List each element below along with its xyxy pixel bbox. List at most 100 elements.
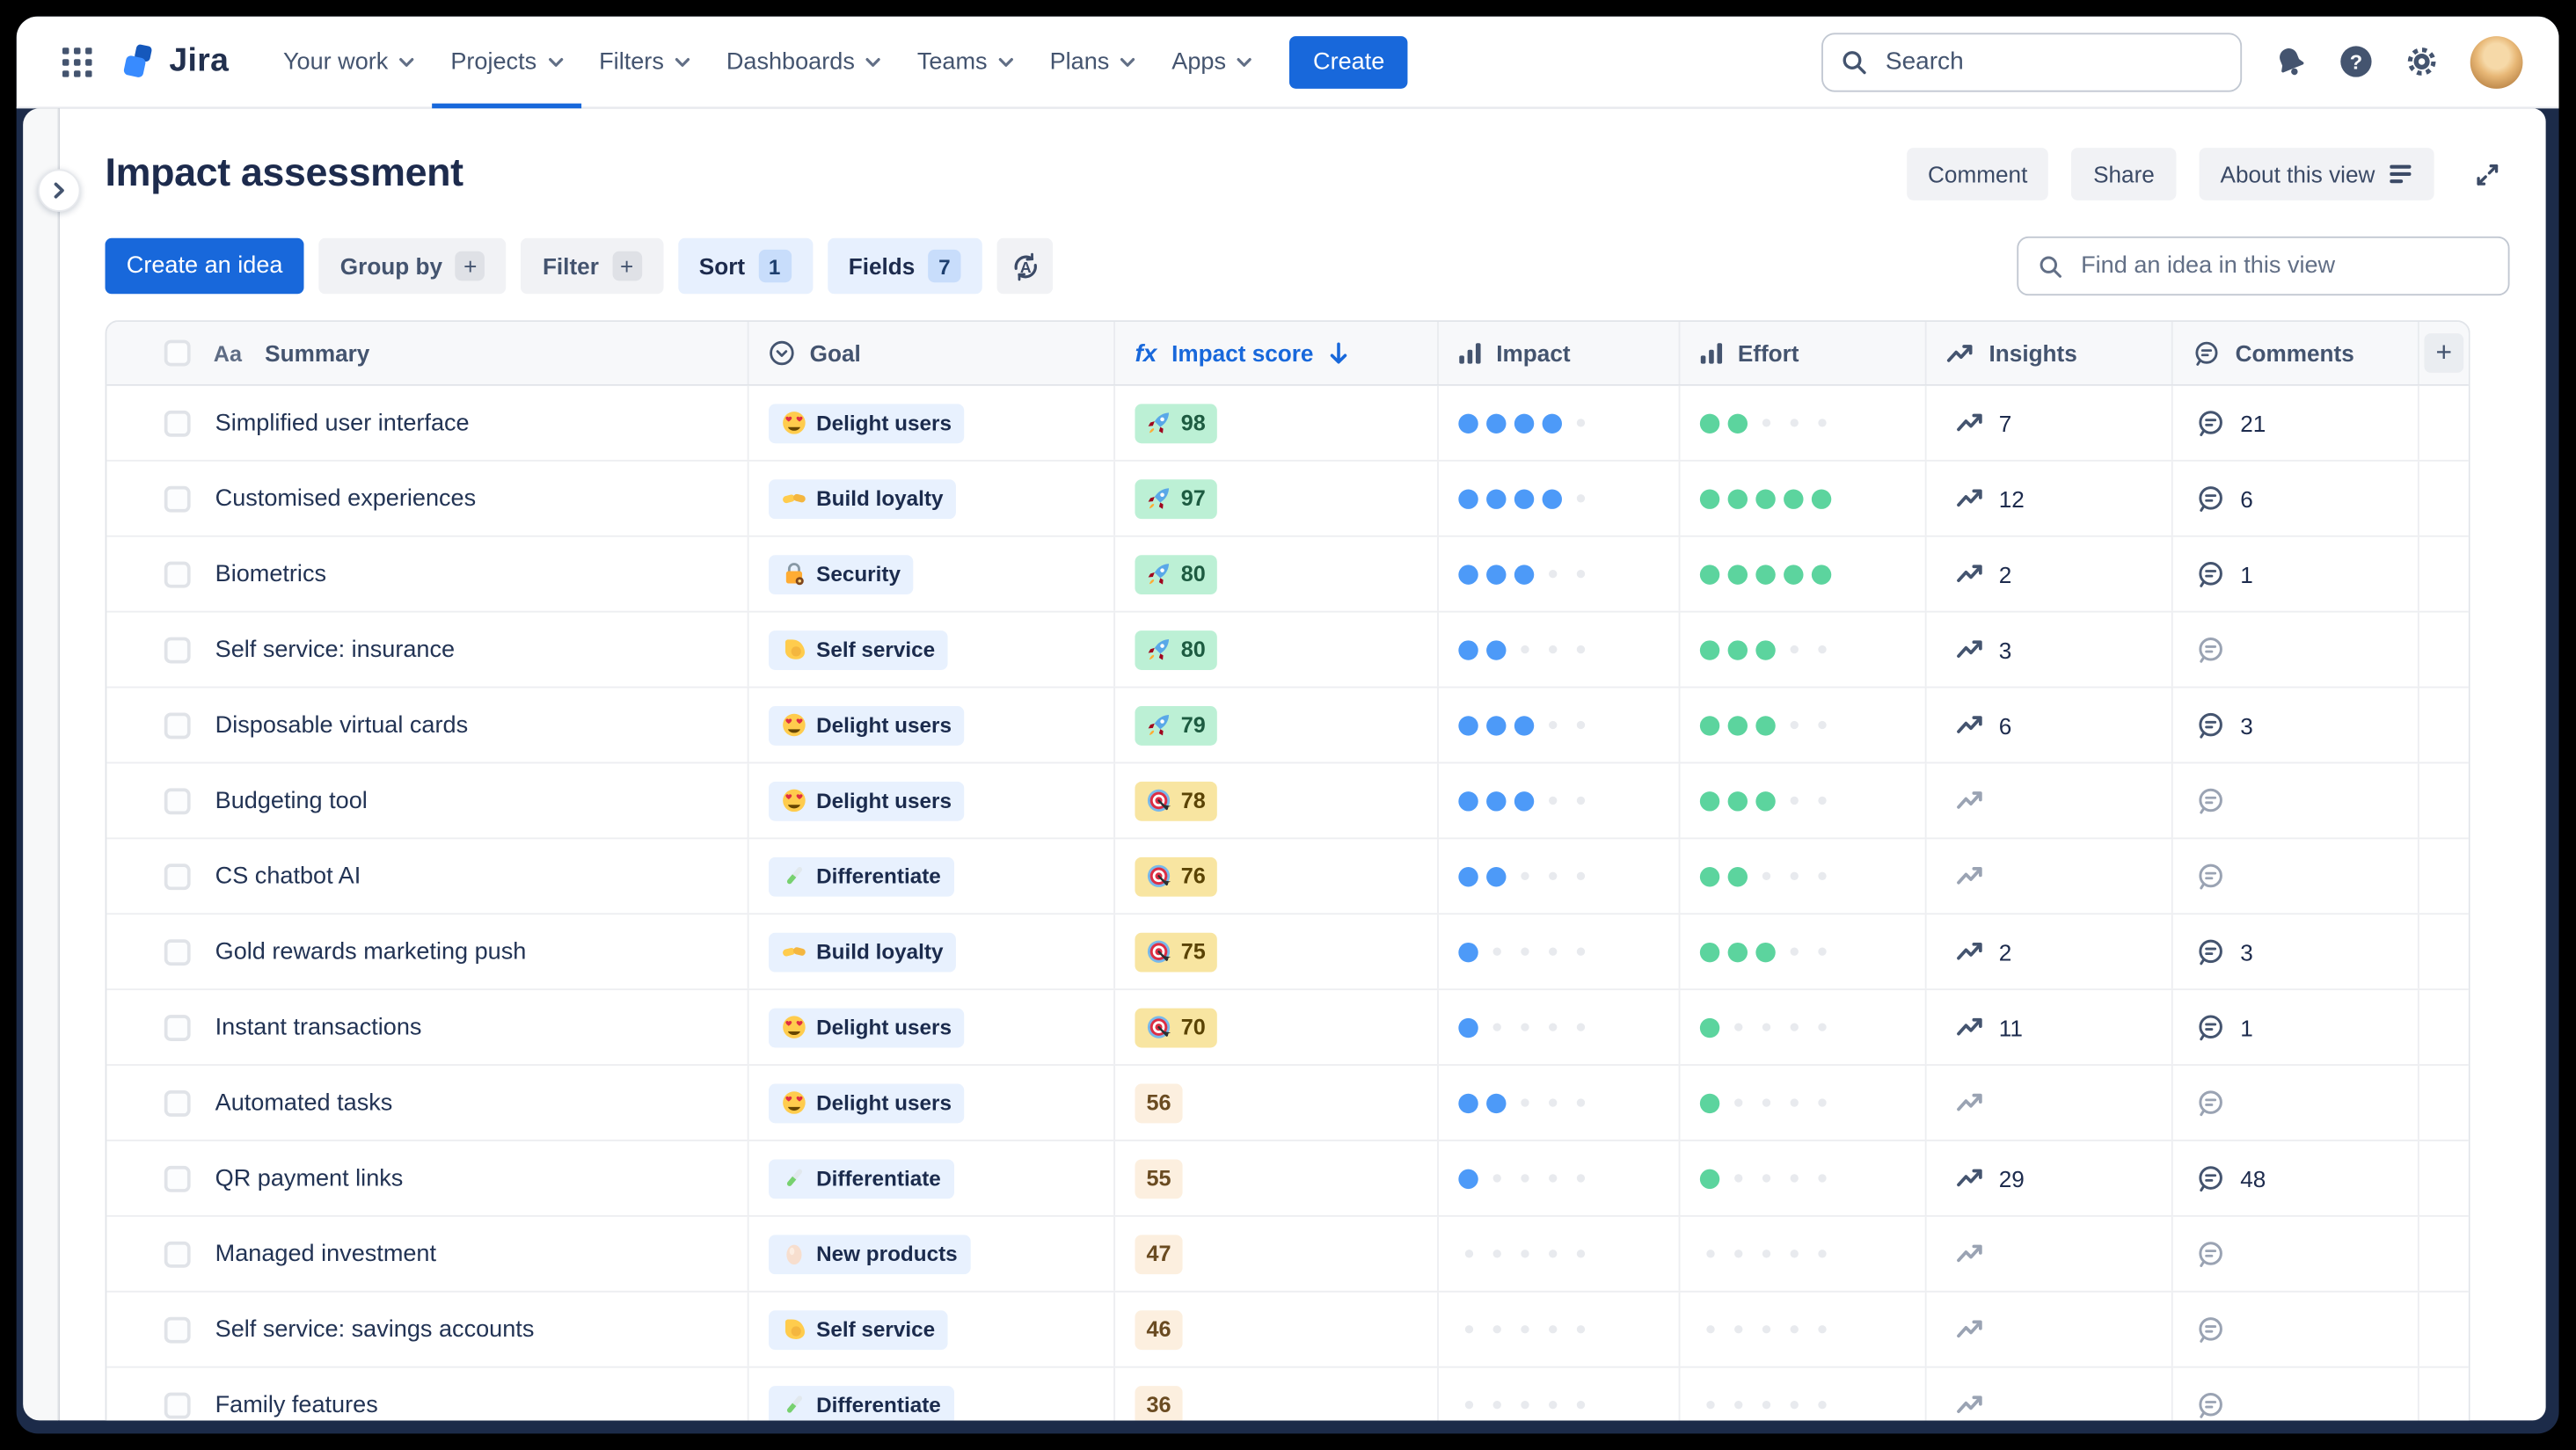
impact-rating[interactable]	[1458, 639, 1589, 659]
goal-cell[interactable]: Differentiate	[747, 1367, 1113, 1421]
table-row[interactable]: Self service: insurance Self service 80 3	[106, 610, 2469, 687]
table-row[interactable]: Gold rewards marketing push Build loyalty…	[106, 913, 2469, 989]
effort-cell[interactable]	[1678, 1216, 1925, 1291]
nav-item-projects[interactable]: Projects	[432, 17, 581, 108]
sidebar-expand-button[interactable]	[37, 169, 81, 212]
impact-score-cell[interactable]: 79	[1113, 688, 1437, 762]
effort-rating[interactable]	[1700, 1395, 1831, 1414]
summary-cell[interactable]: Customised experiences	[106, 462, 747, 536]
impact-rating[interactable]	[1458, 942, 1589, 962]
comments-cell[interactable]	[2171, 1066, 2418, 1140]
comments-cell[interactable]: 21	[2171, 385, 2418, 460]
table-row[interactable]: Managed investment New products 47	[106, 1214, 2469, 1291]
impact-score-cell[interactable]: 98	[1113, 385, 1437, 460]
row-checkbox[interactable]	[164, 787, 191, 814]
impact-score-cell[interactable]: 36	[1113, 1367, 1437, 1421]
column-header-comments[interactable]: Comments	[2171, 322, 2418, 384]
impact-rating[interactable]	[1458, 488, 1589, 508]
jira-logo[interactable]: Jira	[118, 42, 229, 82]
impact-score-cell[interactable]: 75	[1113, 914, 1437, 989]
impact-cell[interactable]	[1437, 990, 1679, 1065]
impact-cell[interactable]	[1437, 612, 1679, 687]
row-checkbox[interactable]	[164, 938, 191, 965]
insights-cell[interactable]: 11	[1924, 990, 2171, 1065]
comments-cell[interactable]: 1	[2171, 990, 2418, 1065]
about-view-button[interactable]: About this view	[2199, 148, 2434, 200]
global-search[interactable]	[1821, 32, 2243, 91]
comments-cell[interactable]: 1	[2171, 536, 2418, 611]
settings-gear-icon[interactable]	[2405, 44, 2439, 78]
summary-cell[interactable]: Budgeting tool	[106, 763, 747, 837]
comments-cell[interactable]	[2171, 839, 2418, 914]
effort-cell[interactable]	[1678, 1066, 1925, 1140]
impact-rating[interactable]	[1458, 564, 1589, 584]
impact-score-cell[interactable]: 76	[1113, 839, 1437, 914]
impact-cell[interactable]	[1437, 461, 1679, 536]
impact-score-cell[interactable]: 80	[1113, 536, 1437, 611]
impact-cell[interactable]	[1437, 1216, 1679, 1291]
column-header-goal[interactable]: Goal	[747, 322, 1113, 384]
impact-rating[interactable]	[1458, 1244, 1589, 1264]
impact-score-cell[interactable]: 56	[1113, 1066, 1437, 1140]
insights-cell[interactable]	[1924, 1066, 2171, 1140]
effort-rating[interactable]	[1699, 412, 1831, 434]
impact-score-cell[interactable]: 97	[1113, 461, 1437, 536]
effort-rating[interactable]	[1699, 791, 1831, 811]
table-row[interactable]: Family features Differentiate 36	[106, 1366, 2469, 1421]
comments-cell[interactable]: 6	[2171, 461, 2418, 536]
impact-cell[interactable]	[1437, 1066, 1679, 1140]
comments-cell[interactable]: 3	[2171, 688, 2418, 762]
table-row[interactable]: Disposable virtual cards Delight users 79 6…	[106, 686, 2469, 762]
effort-cell[interactable]	[1678, 385, 1925, 460]
table-row[interactable]: Automated tasks Delight users 56	[106, 1064, 2469, 1140]
insights-cell[interactable]: 6	[1924, 688, 2171, 762]
share-button[interactable]: Share	[2071, 148, 2177, 200]
summary-cell[interactable]: Family features	[106, 1368, 747, 1421]
row-checkbox[interactable]	[164, 863, 191, 890]
insights-cell[interactable]: 7	[1924, 385, 2171, 460]
filter-button[interactable]: Filter +	[521, 237, 663, 295]
add-column-button[interactable]: +	[2417, 322, 2469, 384]
effort-cell[interactable]	[1678, 688, 1925, 762]
app-switcher-icon[interactable]	[53, 37, 102, 86]
effort-rating[interactable]	[1699, 488, 1832, 508]
effort-cell[interactable]	[1678, 839, 1925, 914]
insights-cell[interactable]: 29	[1924, 1140, 2171, 1215]
table-row[interactable]: Simplified user interface Delight users 98…	[106, 385, 2469, 460]
effort-cell[interactable]	[1678, 612, 1925, 687]
help-icon[interactable]: ?	[2339, 44, 2373, 78]
select-all-checkbox[interactable]	[164, 339, 191, 367]
impact-rating[interactable]	[1458, 412, 1589, 434]
impact-score-cell[interactable]: 70	[1113, 990, 1437, 1065]
nav-item-plans[interactable]: Plans	[1032, 17, 1154, 108]
impact-cell[interactable]	[1437, 763, 1679, 838]
column-header-effort[interactable]: Effort	[1678, 322, 1925, 384]
row-checkbox[interactable]	[164, 1089, 191, 1116]
group-by-button[interactable]: Group by +	[318, 237, 507, 295]
goal-cell[interactable]: Delight users	[747, 1066, 1113, 1140]
impact-score-cell[interactable]: 78	[1113, 763, 1437, 838]
column-header-insights[interactable]: Insights	[1924, 322, 2171, 384]
search-input[interactable]	[1882, 46, 2222, 77]
effort-rating[interactable]	[1699, 1168, 1831, 1189]
insights-cell[interactable]	[1924, 763, 2171, 838]
effort-cell[interactable]	[1678, 990, 1925, 1065]
effort-rating[interactable]	[1699, 1092, 1831, 1113]
goal-cell[interactable]: New products	[747, 1216, 1113, 1291]
nav-item-dashboards[interactable]: Dashboards	[708, 17, 899, 108]
insights-cell[interactable]	[1924, 1292, 2171, 1366]
effort-rating[interactable]	[1700, 1244, 1831, 1264]
summary-cell[interactable]: Gold rewards marketing push	[106, 914, 747, 988]
nav-item-apps[interactable]: Apps	[1154, 17, 1271, 108]
summary-cell[interactable]: Simplified user interface	[106, 386, 747, 460]
effort-rating[interactable]	[1699, 715, 1831, 735]
effort-cell[interactable]	[1678, 1367, 1925, 1421]
goal-cell[interactable]: Delight users	[747, 990, 1113, 1065]
nav-item-your-work[interactable]: Your work	[265, 17, 432, 108]
effort-cell[interactable]	[1678, 1140, 1925, 1215]
impact-cell[interactable]	[1437, 1367, 1679, 1421]
comments-cell[interactable]	[2171, 1367, 2418, 1421]
row-checkbox[interactable]	[164, 560, 191, 587]
table-row[interactable]: Budgeting tool Delight users 78	[106, 761, 2469, 838]
row-checkbox[interactable]	[164, 1164, 191, 1191]
